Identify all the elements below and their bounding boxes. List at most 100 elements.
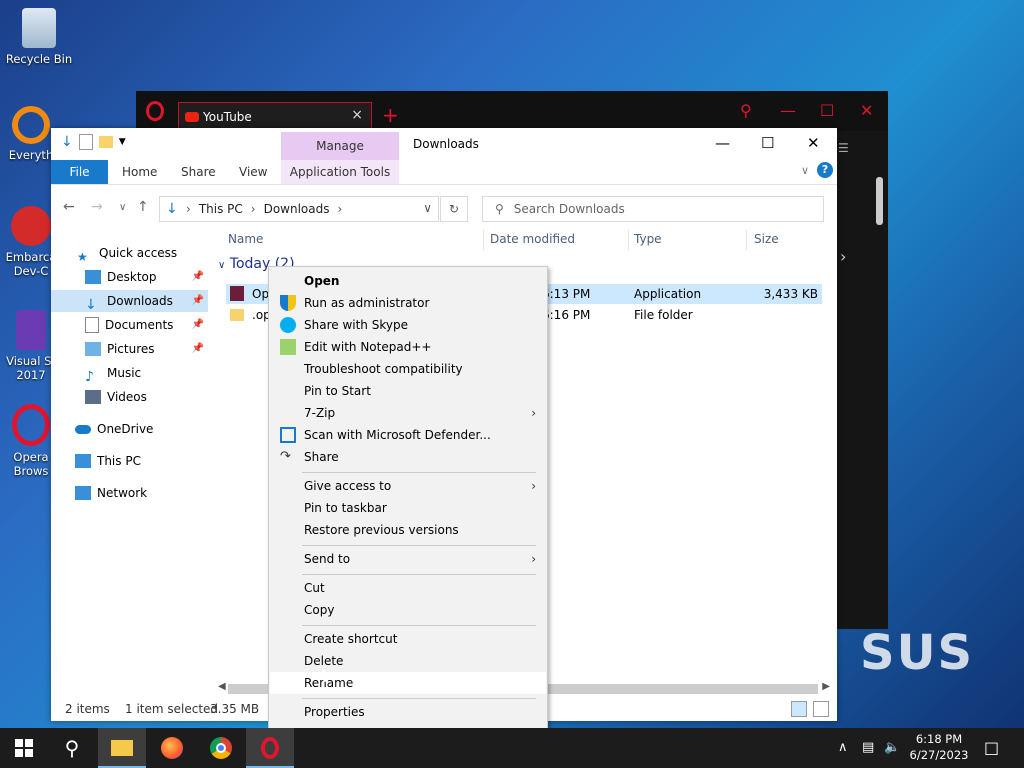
close-icon[interactable]: ✕ <box>807 134 820 152</box>
maximize-icon[interactable]: ☐ <box>820 101 834 120</box>
menu-item-pin-start[interactable]: Pin to Start <box>270 380 546 402</box>
network-icon[interactable]: ▤ <box>862 740 874 755</box>
chevron-down-icon[interactable]: ▼ <box>119 137 126 147</box>
menu-item-pin-taskbar[interactable]: Pin to taskbar <box>270 497 546 519</box>
forward-icon[interactable]: → <box>91 199 103 215</box>
close-tab-icon[interactable]: × <box>351 107 363 123</box>
menu-item-restore-versions[interactable]: Restore previous versions <box>270 519 546 541</box>
menu-item-rename[interactable]: Rename <box>270 672 546 694</box>
breadcrumb-this-pc[interactable]: This PC <box>199 202 243 216</box>
search-input[interactable]: ⚲ Search Downloads <box>482 196 824 222</box>
back-icon[interactable]: ← <box>63 199 75 215</box>
details-view-button[interactable] <box>791 701 807 717</box>
menu-item-open[interactable]: Open <box>270 270 546 292</box>
chevron-right-icon[interactable]: › <box>840 247 846 266</box>
opera-logo-icon[interactable] <box>146 101 164 121</box>
chevron-down-icon[interactable]: ∨ <box>423 201 432 215</box>
menu-item-create-shortcut[interactable]: Create shortcut <box>270 628 546 650</box>
recent-locations-icon[interactable]: ∨ <box>119 202 126 213</box>
desktop-icon-recycle-bin[interactable]: Recycle Bin <box>4 8 74 66</box>
opera-scrollbar[interactable] <box>876 177 883 225</box>
refresh-button[interactable]: ↻ <box>440 196 468 222</box>
menu-item-scan-defender[interactable]: Scan with Microsoft Defender... <box>270 424 546 446</box>
properties-icon[interactable] <box>78 134 93 150</box>
menu-item-edit-notepadpp[interactable]: Edit with Notepad++ <box>270 336 546 358</box>
maximize-icon[interactable]: ☐ <box>761 134 774 152</box>
menu-item-troubleshoot[interactable]: Troubleshoot compatibility <box>270 358 546 380</box>
breadcrumb-downloads[interactable]: Downloads <box>264 202 330 216</box>
menu-item-delete[interactable]: Delete <box>270 650 546 672</box>
scroll-left-icon[interactable]: ◀ <box>218 681 226 692</box>
nav-item-label: Quick access <box>99 246 178 260</box>
nav-item-this-pc[interactable]: This PC <box>51 450 208 472</box>
help-icon[interactable]: ? <box>817 162 833 178</box>
taskbar-search-button[interactable]: ⚲ <box>48 728 96 768</box>
close-icon[interactable]: ✕ <box>860 101 873 120</box>
volume-icon[interactable]: 🔈 <box>884 740 900 755</box>
menu-item-run-as-admin[interactable]: Run as administrator <box>270 292 546 314</box>
nav-item-downloads[interactable]: ↓ Downloads 📌 <box>51 290 208 313</box>
menu-item-7zip[interactable]: 7-Zip › <box>270 402 546 424</box>
taskbar-firefox[interactable] <box>148 728 196 768</box>
opera-tab-youtube[interactable]: YouTube × <box>178 102 372 130</box>
clock[interactable]: 6:18 PM 6/27/2023 <box>906 731 972 763</box>
notifications-icon[interactable]: □ <box>984 738 999 757</box>
breadcrumb-separator[interactable]: › <box>337 202 342 216</box>
pin-icon[interactable]: 📌 <box>192 338 204 360</box>
menu-item-copy[interactable]: Copy <box>270 599 546 621</box>
menu-item-cut[interactable]: Cut <box>270 577 546 599</box>
expand-ribbon-icon[interactable]: ∨ <box>801 164 809 177</box>
folder-icon[interactable] <box>98 136 113 148</box>
menu-item-share-skype[interactable]: Share with Skype <box>270 314 546 336</box>
column-header-type[interactable]: Type <box>634 228 662 250</box>
nav-item-videos[interactable]: Videos <box>51 386 208 408</box>
nav-item-network[interactable]: Network <box>51 482 208 504</box>
pin-icon[interactable]: 📌 <box>192 290 204 312</box>
nav-item-documents[interactable]: Documents 📌 <box>51 314 208 336</box>
column-header-date[interactable]: Date modified <box>490 228 575 250</box>
up-icon[interactable]: ↑ <box>137 199 149 215</box>
breadcrumb-separator[interactable]: › <box>186 202 191 216</box>
chevron-up-icon[interactable]: ∧ <box>838 740 848 755</box>
tab-home[interactable]: Home <box>122 160 157 184</box>
tab-view[interactable]: View <box>239 160 267 184</box>
nav-item-onedrive[interactable]: OneDrive <box>51 418 208 440</box>
nav-item-desktop[interactable]: Desktop 📌 <box>51 266 208 288</box>
nav-item-music[interactable]: ♪ Music <box>51 362 208 385</box>
large-icons-view-button[interactable] <box>813 701 829 717</box>
new-tab-button[interactable]: + <box>382 103 399 127</box>
menu-item-send-to[interactable]: Send to › <box>270 548 546 570</box>
menu-item-give-access[interactable]: Give access to › <box>270 475 546 497</box>
tab-share[interactable]: Share <box>181 160 216 184</box>
taskbar-file-explorer[interactable] <box>98 728 146 768</box>
download-arrow-icon[interactable]: ↓ <box>61 134 73 150</box>
manage-contextual-tab[interactable]: Manage <box>281 132 399 160</box>
taskbar-chrome[interactable] <box>197 728 245 768</box>
pin-icon[interactable]: 📌 <box>192 266 204 288</box>
tab-application-tools[interactable]: Application Tools <box>281 160 399 184</box>
menu-item-share[interactable]: ↷ Share <box>270 446 546 468</box>
minimize-icon[interactable]: — <box>715 134 730 152</box>
nav-item-label: Desktop <box>107 270 157 284</box>
taskbar-opera[interactable] <box>246 728 294 768</box>
search-icon[interactable]: ⚲ <box>740 101 752 120</box>
firefox-icon <box>161 737 183 759</box>
address-bar[interactable]: ↓ › This PC › Downloads › ∨ <box>159 196 439 222</box>
tab-file[interactable]: File <box>51 160 108 184</box>
column-divider[interactable] <box>483 230 484 250</box>
scroll-right-icon[interactable]: ▶ <box>822 681 830 692</box>
pin-icon[interactable]: 📌 <box>192 314 204 336</box>
column-header-name[interactable]: Name <box>228 228 263 250</box>
minimize-icon[interactable]: — <box>780 101 796 120</box>
column-divider[interactable] <box>746 230 747 250</box>
nav-item-label: Network <box>97 486 148 500</box>
column-header-size[interactable]: Size <box>754 228 779 250</box>
nav-item-pictures[interactable]: Pictures 📌 <box>51 338 208 360</box>
breadcrumb-separator[interactable]: › <box>251 202 256 216</box>
column-divider[interactable] <box>628 230 629 250</box>
file-date: 6:16 PM <box>542 308 591 322</box>
menu-icon[interactable]: ☰ <box>838 141 849 155</box>
menu-item-properties[interactable]: Properties <box>270 701 546 723</box>
nav-item-quick-access[interactable]: ★ Quick access <box>51 242 234 264</box>
start-button[interactable] <box>0 728 48 768</box>
